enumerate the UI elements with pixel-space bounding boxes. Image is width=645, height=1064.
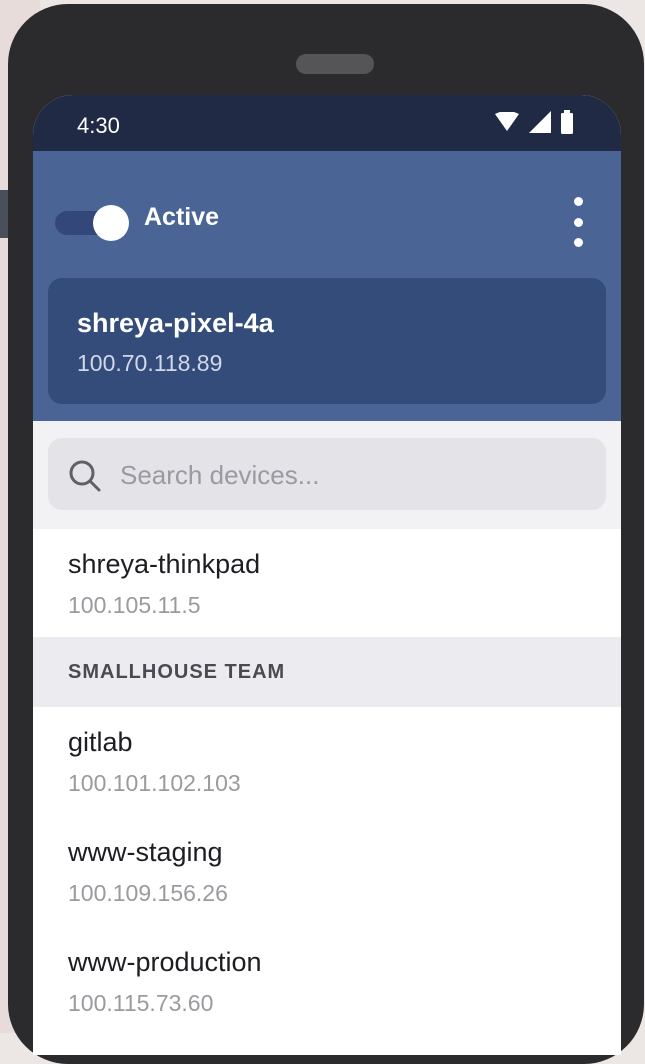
current-device-name: shreya-pixel-4a xyxy=(77,308,274,338)
device-name: shreya-thinkpad xyxy=(68,549,261,579)
device-ip: 100.115.73.60 xyxy=(68,990,214,1016)
battery-icon xyxy=(561,110,573,134)
device-ip: 100.105.11.5 xyxy=(68,592,201,618)
device-row[interactable]: www-staging 100.109.156.26 xyxy=(33,817,621,927)
status-time: 4:30 xyxy=(77,113,120,138)
device-row[interactable]: www-production 100.115.73.60 xyxy=(33,927,621,1037)
toggle-knob xyxy=(93,205,129,241)
team-section-title: SMALLHOUSE TEAM xyxy=(68,661,286,683)
phone-speaker xyxy=(296,54,374,74)
search-input[interactable] xyxy=(118,438,582,512)
current-device-card: shreya-pixel-4a 100.70.118.89 xyxy=(48,278,606,404)
team-section-header: SMALLHOUSE TEAM xyxy=(33,637,621,707)
current-device-ip: 100.70.118.89 xyxy=(77,350,223,376)
device-ip: 100.109.156.26 xyxy=(68,880,228,906)
active-toggle[interactable] xyxy=(55,205,129,241)
status-bar: 4:30 xyxy=(33,95,621,151)
device-row[interactable]: shreya-thinkpad 100.105.11.5 xyxy=(33,529,621,637)
status-icons xyxy=(495,110,573,134)
signal-icon xyxy=(529,111,551,133)
search-icon xyxy=(69,460,101,492)
search-area xyxy=(33,421,621,529)
wifi-icon xyxy=(495,112,519,131)
device-name: gitlab xyxy=(68,727,133,757)
device-row[interactable]: gitlab 100.101.102.103 xyxy=(33,707,621,817)
search-box[interactable] xyxy=(48,438,606,512)
device-name: www-production xyxy=(68,947,262,977)
phone-screen: 4:30 Active shreya-pixel-4a 100.70.118.8… xyxy=(33,95,621,1055)
active-label: Active xyxy=(144,203,220,231)
device-name: www-staging xyxy=(68,837,223,867)
app-header: Active shreya-pixel-4a 100.70.118.89 xyxy=(33,151,621,421)
device-ip: 100.101.102.103 xyxy=(68,770,241,796)
overflow-menu-icon[interactable] xyxy=(565,197,591,247)
